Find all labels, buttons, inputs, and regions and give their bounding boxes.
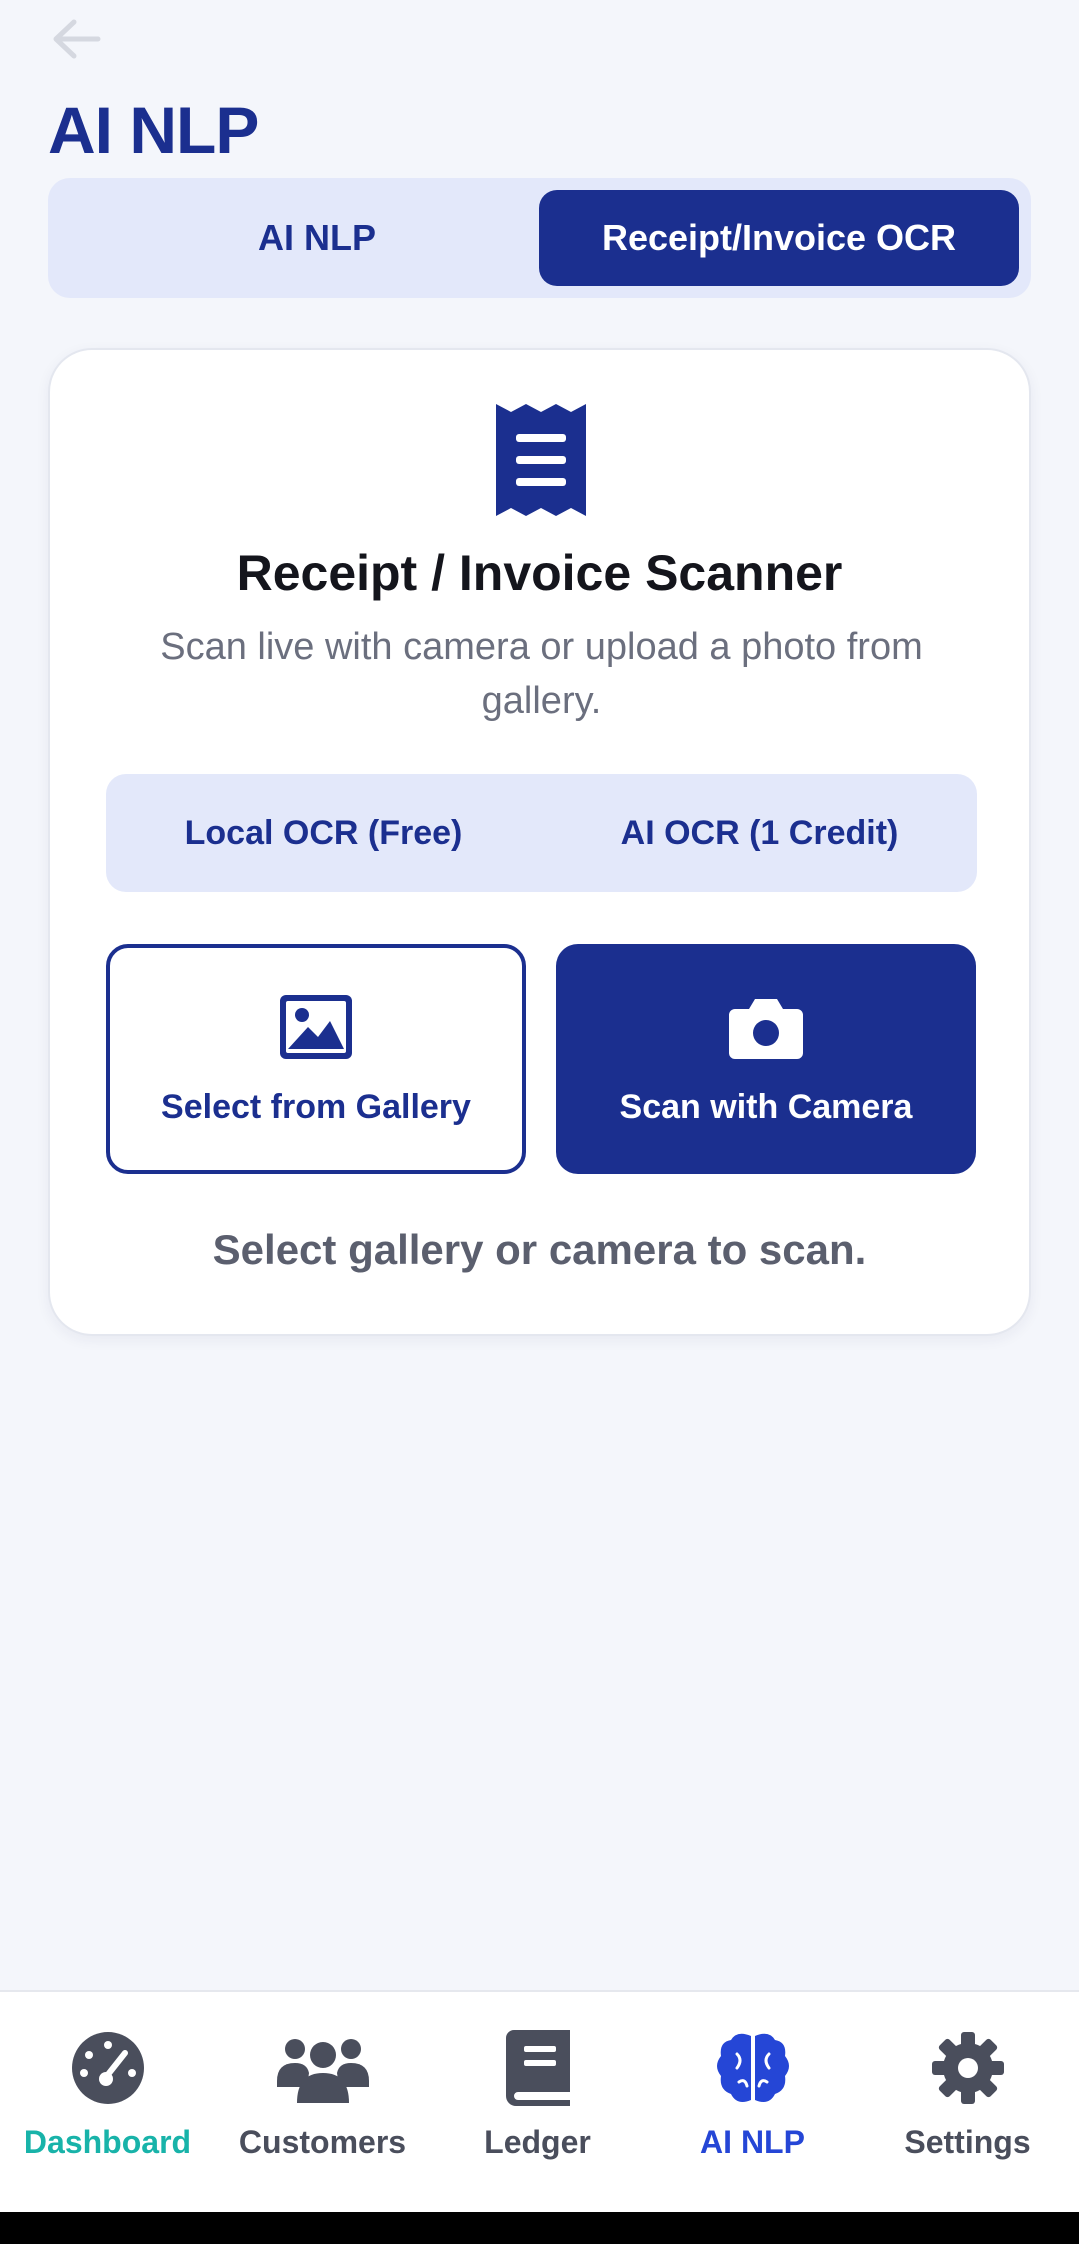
gear-icon	[931, 2032, 1004, 2104]
nav-dashboard[interactable]: Dashboard	[0, 1992, 215, 2214]
nav-ai-nlp[interactable]: AI NLP	[645, 1992, 860, 2214]
nav-settings[interactable]: Settings	[860, 1992, 1075, 2214]
ai-ocr-option[interactable]: AI OCR (1 Credit)	[542, 774, 977, 892]
nav-customers[interactable]: Customers	[215, 1992, 430, 2214]
select-gallery-button[interactable]: Select from Gallery	[106, 944, 526, 1174]
nav-dashboard-label: Dashboard	[23, 2124, 192, 2160]
ocr-mode-toggle: Local OCR (Free) AI OCR (1 Credit)	[106, 774, 977, 892]
users-icon	[276, 2039, 369, 2103]
bottom-nav: Dashboard Customers Ledger AI NLP Settin…	[0, 1990, 1079, 2212]
nav-ai-nlp-label: AI NLP	[700, 2124, 805, 2160]
scanner-title: Receipt / Invoice Scanner	[236, 545, 843, 601]
system-navigation-bar	[0, 2212, 1079, 2244]
scanner-card: Receipt / Invoice Scanner Scan live with…	[48, 348, 1031, 1336]
gallery-button-label: Select from Gallery	[161, 1087, 471, 1126]
nav-ledger[interactable]: Ledger	[430, 1992, 645, 2214]
scan-camera-button[interactable]: Scan with Camera	[556, 944, 976, 1174]
page-title: AI NLP	[48, 93, 259, 167]
arrow-left-icon	[53, 19, 101, 59]
nav-ledger-label: Ledger	[484, 2124, 591, 2160]
receipt-icon	[496, 404, 586, 516]
tab-receipt-ocr[interactable]: Receipt/Invoice OCR	[539, 190, 1019, 286]
tab-ai-nlp[interactable]: AI NLP	[60, 190, 574, 286]
scanner-subtitle: Scan live with camera or upload a photo …	[160, 626, 923, 722]
local-ocr-option[interactable]: Local OCR (Free)	[106, 774, 541, 892]
mode-tabs: AI NLP Receipt/Invoice OCR	[48, 178, 1031, 298]
book-icon	[505, 2030, 570, 2106]
scan-hint: Select gallery or camera to scan.	[212, 1226, 867, 1273]
camera-icon	[729, 998, 803, 1059]
brain-icon	[716, 2033, 789, 2102]
nav-settings-label: Settings	[904, 2124, 1031, 2160]
speedometer-icon	[71, 2032, 144, 2104]
camera-button-label: Scan with Camera	[619, 1087, 913, 1126]
screen: AI NLP AI NLP Receipt/Invoice OCR Receip…	[0, 0, 1079, 2244]
back-button[interactable]	[50, 14, 114, 64]
nav-customers-label: Customers	[238, 2124, 407, 2160]
image-icon	[280, 994, 352, 1059]
